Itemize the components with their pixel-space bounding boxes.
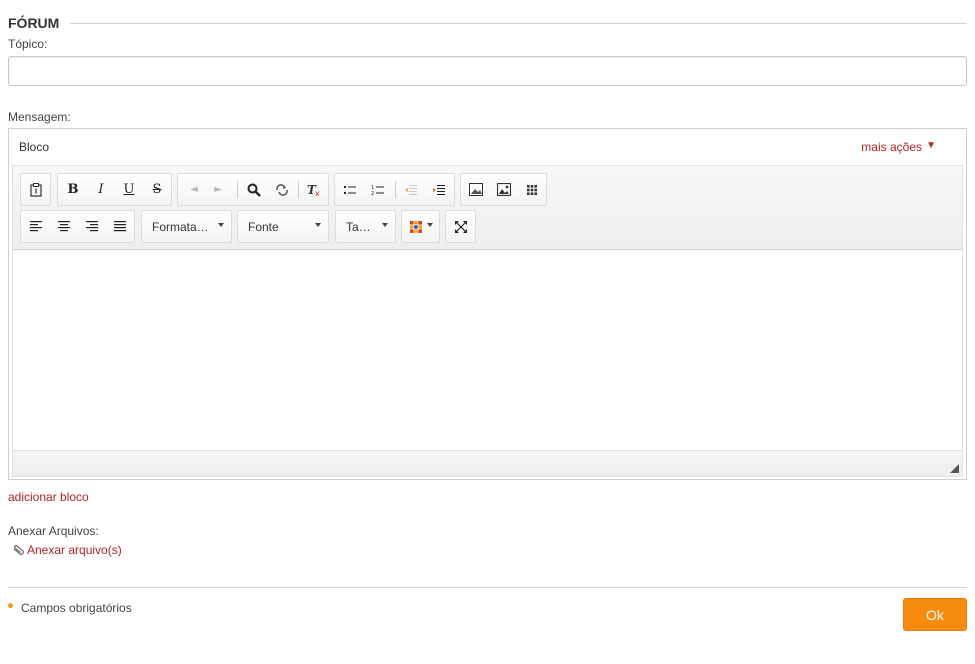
svg-text:x: x (315, 189, 320, 197)
required-marker-icon (8, 603, 13, 608)
more-actions-arrow-icon[interactable]: ▼ (926, 140, 936, 151)
clipboard-icon (30, 182, 42, 197)
increase-indent-button[interactable] (425, 174, 453, 205)
bulleted-list-button[interactable] (336, 174, 364, 205)
ok-button[interactable]: Ok (903, 598, 967, 631)
outdent-icon (405, 184, 417, 195)
toolbar-group-paste (20, 173, 51, 206)
maximize-button[interactable] (447, 211, 475, 242)
maximize-icon (455, 220, 467, 233)
attach-files-link-row[interactable]: Anexar arquivo(s) (12, 543, 122, 557)
toolbar-group-basic-styles: B I U S (57, 173, 172, 206)
editor-status-bar (13, 450, 962, 476)
search-icon (247, 183, 261, 197)
topic-label: Tópico: (8, 37, 48, 51)
numbered-list-icon: 1 2 (371, 185, 384, 196)
align-center-icon (58, 221, 70, 232)
replace-icon (276, 183, 288, 196)
toolbar-separator (395, 181, 396, 198)
paperclip-icon (13, 544, 24, 555)
resize-handle-icon[interactable] (950, 464, 959, 473)
required-fields-note: Campos obrigatórios (21, 601, 132, 615)
rich-text-editor: B I U S ◄ ► T x 1 2 Formata… Fonte Ta… (12, 165, 963, 477)
replace-button[interactable] (268, 174, 296, 205)
message-block: Bloco mais ações ▼ B I U S ◄ ► T x 1 2 F… (8, 128, 967, 480)
chevron-down-icon (427, 223, 433, 227)
toolbar-separator (237, 181, 238, 198)
editor-toolbar: B I U S ◄ ► T x 1 2 Formata… Fonte Ta… (13, 166, 962, 250)
footer-divider (8, 587, 967, 588)
svg-text:2: 2 (371, 191, 374, 196)
image-icon (469, 183, 483, 196)
toolbar-group-history-find: ◄ ► T x (177, 173, 329, 206)
size-combo[interactable]: Ta… (335, 210, 396, 243)
insert-picture-button[interactable] (490, 174, 518, 205)
editor-content-area[interactable] (13, 251, 962, 451)
topic-input[interactable] (8, 56, 967, 86)
chevron-down-icon (218, 223, 224, 227)
picture-icon (497, 183, 511, 196)
toolbar-group-maximize (445, 210, 476, 243)
chevron-down-icon (382, 223, 388, 227)
find-button[interactable] (240, 174, 268, 205)
italic-button[interactable]: I (87, 174, 115, 205)
align-right-button[interactable] (78, 211, 106, 242)
format-combo[interactable]: Formata… (141, 210, 232, 243)
toolbar-group-insert (460, 173, 547, 206)
indent-icon (433, 184, 445, 195)
paste-text-button[interactable] (22, 174, 50, 205)
font-combo[interactable]: Fonte (237, 210, 329, 243)
underline-button[interactable]: U (115, 174, 143, 205)
redo-button[interactable]: ► (204, 174, 232, 205)
toolbar-group-align (20, 210, 135, 243)
decrease-indent-button[interactable] (397, 174, 425, 205)
align-center-button[interactable] (50, 211, 78, 242)
attach-label: Anexar Arquivos: (8, 524, 99, 538)
block-header: Bloco mais ações ▼ (9, 129, 966, 164)
align-right-icon (86, 221, 98, 232)
add-block-link[interactable]: adicionar bloco (8, 490, 89, 504)
more-actions-link[interactable]: mais ações (861, 140, 922, 154)
block-title: Bloco (19, 140, 50, 154)
toolbar-group-lists: 1 2 (334, 173, 455, 206)
toolbar-separator (298, 181, 299, 198)
legend-divider (70, 23, 967, 24)
table-grid-icon (527, 184, 537, 195)
align-left-button[interactable] (22, 211, 50, 242)
align-left-icon (30, 221, 42, 232)
clear-format-icon: T x (307, 183, 320, 197)
strikethrough-button[interactable]: S (143, 174, 171, 205)
insert-image-button[interactable] (462, 174, 490, 205)
text-color-swatch[interactable] (404, 211, 428, 242)
remove-format-button[interactable]: T x (300, 174, 328, 205)
insert-table-button[interactable] (518, 174, 546, 205)
text-color-button[interactable] (401, 210, 440, 243)
bold-button[interactable]: B (59, 174, 87, 205)
align-justify-icon (114, 221, 126, 232)
chevron-down-icon (315, 223, 321, 227)
numbered-list-button[interactable]: 1 2 (364, 174, 392, 205)
attach-files-link[interactable]: Anexar arquivo(s) (27, 543, 122, 557)
justify-button[interactable] (106, 211, 134, 242)
message-label: Mensagem: (8, 110, 71, 124)
bullet-list-icon (344, 185, 356, 194)
section-title: FÓRUM (8, 15, 60, 31)
color-palette-icon (410, 220, 422, 233)
forum-legend: FÓRUM (8, 14, 967, 32)
